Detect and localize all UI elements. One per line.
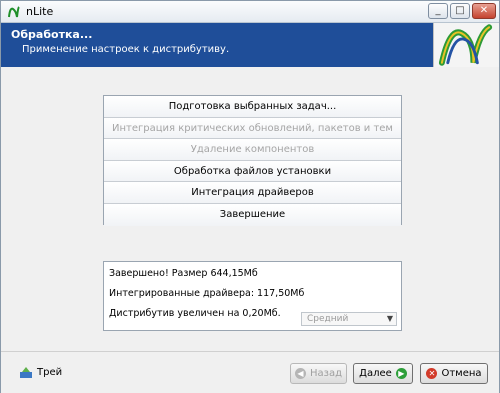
task-item: Интеграция критических обновлений, пакет… xyxy=(104,117,401,140)
task-item: Обработка файлов установки xyxy=(104,160,401,183)
task-item: Интеграция драйверов xyxy=(104,182,401,204)
tray-label: Трей xyxy=(37,366,63,378)
task-item: Удаление компонентов xyxy=(104,139,401,161)
cancel-x-icon: ✕ xyxy=(426,368,438,379)
tray-icon xyxy=(20,367,32,378)
minimize-button[interactable]: _ xyxy=(428,3,448,19)
nlite-logo xyxy=(433,23,499,67)
next-arrow-icon: ▶ xyxy=(395,368,407,379)
nlite-app-icon xyxy=(8,6,20,18)
log-panel: Завершено! Размер 644,15Мб Интегрированн… xyxy=(103,261,402,331)
footer-bar: Трей ◀ Назад Далее ▶ ✕ Отмена xyxy=(1,351,499,393)
window-title: nLite xyxy=(26,5,54,18)
next-button[interactable]: Далее ▶ xyxy=(353,363,413,384)
page-title: Обработка... xyxy=(11,28,93,41)
task-list: Подготовка выбранных задач... Интеграция… xyxy=(103,95,402,226)
nlite-window: nLite _ □ ✕ Обработка... Применение наст… xyxy=(0,0,500,393)
title-bar[interactable]: nLite _ □ ✕ xyxy=(1,1,499,23)
maximize-button[interactable]: □ xyxy=(450,3,470,19)
close-button[interactable]: ✕ xyxy=(472,3,496,19)
content-area: Подготовка выбранных задач... Интеграция… xyxy=(1,67,499,351)
page-subtitle: Применение настроек к дистрибутиву. xyxy=(22,44,230,55)
back-arrow-icon: ◀ xyxy=(294,368,306,379)
back-button[interactable]: ◀ Назад xyxy=(290,363,347,384)
cancel-label: Отмена xyxy=(441,368,482,379)
log-line: Завершено! Размер 644,15Мб xyxy=(109,268,258,279)
priority-value: Средний xyxy=(307,314,349,324)
tray-button[interactable]: Трей xyxy=(19,364,62,380)
dropdown-arrow-icon: ▼ xyxy=(386,314,393,323)
task-item: Завершение xyxy=(104,203,401,226)
back-label: Назад xyxy=(309,368,342,379)
priority-select[interactable]: Средний ▼ xyxy=(301,312,397,326)
page-header: Обработка... Применение настроек к дистр… xyxy=(1,23,499,67)
next-label: Далее xyxy=(359,368,392,379)
cancel-button[interactable]: ✕ Отмена xyxy=(420,363,488,384)
log-line: Интегрированные драйвера: 117,50Мб xyxy=(109,288,305,299)
task-item: Подготовка выбранных задач... xyxy=(104,96,401,118)
